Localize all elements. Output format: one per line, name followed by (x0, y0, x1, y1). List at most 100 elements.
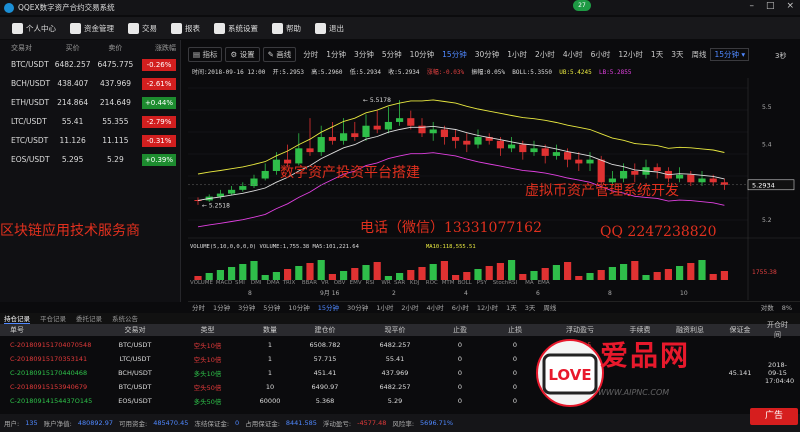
bottom-period-button[interactable]: 3天 (525, 302, 536, 312)
period-button[interactable]: 2小时 (531, 49, 559, 60)
bottom-period-button[interactable]: 分时 (192, 302, 205, 312)
chart-option[interactable]: 对数 (761, 304, 774, 312)
order-column-header: 数量 (263, 326, 277, 334)
menu-help[interactable]: 帮助 (272, 22, 301, 34)
candle-body (519, 144, 527, 153)
order-tab[interactable]: 委托记录 (76, 313, 102, 324)
market-row[interactable]: ETH/USDT 214.864 214.649 +0.44% (0, 93, 180, 112)
bottom-period-button[interactable]: 5分钟 (263, 302, 280, 312)
maximize-icon[interactable]: □ (766, 1, 775, 11)
volume-bar (373, 262, 381, 280)
bottom-period-button[interactable]: 周线 (543, 302, 556, 312)
bottom-period-button[interactable]: 12小时 (477, 302, 498, 312)
draw-line-button[interactable]: ✎ 画线 (262, 46, 297, 62)
indicator-tab[interactable]: MA (525, 280, 534, 286)
period-button[interactable]: 15分钟 (438, 49, 471, 60)
period-button[interactable]: 分时 (299, 49, 322, 60)
indicator-tab[interactable]: OBV (334, 280, 346, 286)
market-row[interactable]: BCH/USDT 438.407 437.969 -2.61% (0, 74, 180, 93)
user-id: 135 (25, 419, 38, 427)
order-cell-pair: EOS/USDT (118, 396, 152, 405)
indicator-tab[interactable]: EMV (350, 280, 362, 286)
bottom-period-button[interactable]: 1小时 (376, 302, 393, 312)
indicator-tab[interactable]: StochRSI (493, 280, 518, 286)
bottom-period-button[interactable]: 2小时 (401, 302, 418, 312)
indicator-tab[interactable]: RSI (366, 280, 375, 286)
period-button[interactable]: 6小时 (587, 49, 615, 60)
order-cell-pair: BCH/USDT (118, 368, 152, 377)
indicator-tab[interactable]: MACD (216, 280, 233, 286)
bottom-period-button[interactable]: 15分钟 (318, 302, 339, 312)
bottom-period-button[interactable]: 10分钟 (288, 302, 309, 312)
indicator-tab[interactable]: DMI (251, 280, 262, 286)
indicator-tab[interactable]: PSY (477, 280, 488, 286)
order-cell-id: C-2018091517040705​48 (10, 340, 92, 349)
indicator-tab[interactable]: BBAR (302, 280, 317, 286)
indicator-tab[interactable]: KDJ (410, 280, 420, 286)
period-button[interactable]: 3天 (667, 49, 687, 60)
minimize-icon[interactable]: – (749, 1, 754, 11)
order-cell-qty: 10 (265, 382, 275, 391)
period-select[interactable]: 15分钟 ▾ (710, 47, 750, 61)
period-button[interactable]: 1小时 (503, 49, 531, 60)
indicator-tab[interactable]: ROC (426, 280, 438, 286)
bottom-period-button[interactable]: 1天 (506, 302, 517, 312)
volume-bar (407, 270, 415, 280)
order-tabs: 持仓记录 平仓记录 委托记录 系统公告 (0, 313, 800, 324)
period-button[interactable]: 3分钟 (350, 49, 378, 60)
help-icon (272, 22, 283, 34)
chart-option[interactable]: 8% (782, 304, 792, 312)
price-tick-label: 5.4 (762, 142, 772, 149)
period-button[interactable]: 周线 (687, 49, 710, 60)
indicator-tab[interactable]: SAR (394, 280, 405, 286)
menu-reports[interactable]: 报表 (171, 22, 200, 34)
market-row[interactable]: ETC/USDT 11.126 11.115 -0.31% (0, 131, 180, 150)
indicator-tab[interactable]: EMA (538, 280, 550, 286)
period-button[interactable]: 10分钟 (406, 49, 439, 60)
indicator-tab[interactable]: TRIX (282, 280, 296, 286)
period-button[interactable]: 1天 (647, 49, 667, 60)
order-tab[interactable]: 持仓记录 (4, 313, 30, 324)
refresh-interval[interactable]: 3秒 (775, 51, 786, 61)
indicator-tab[interactable]: SMI (235, 280, 245, 286)
menu-trade[interactable]: 交易 (128, 22, 157, 34)
market-row[interactable]: LTC/USDT 55.41 55.355 -2.79% (0, 112, 180, 131)
market-row[interactable]: BTC/USDT 6482.257 6475.775 -0.26% (0, 55, 180, 74)
bottom-period-button[interactable]: 1分钟 (213, 302, 230, 312)
menu-system-settings[interactable]: 系统设置 (214, 22, 258, 34)
close-icon[interactable]: × (786, 1, 794, 11)
volume-bar (216, 270, 224, 280)
used-margin: 8441.585 (285, 419, 317, 427)
order-tab[interactable]: 平仓记录 (40, 313, 66, 324)
order-cell-id: C-20180915170440468 (10, 368, 88, 377)
bottom-period-button[interactable]: 4小时 (427, 302, 444, 312)
menu-exit[interactable]: 退出 (315, 22, 344, 34)
period-button[interactable]: 1分钟 (322, 49, 350, 60)
candle-body (272, 159, 280, 171)
bottom-period-button[interactable]: 30分钟 (347, 302, 368, 312)
indicator-button[interactable]: ▤ 指标 (188, 46, 223, 62)
kline-chart[interactable]: 5.55.45.35.25.2934← 5.5178← 5.2518VOLUME… (188, 78, 800, 300)
indicator-tab[interactable]: VR (321, 280, 329, 286)
market-list: 交易对 买价 卖价 涨跌幅 BTC/USDT 6482.257 6475.775… (0, 40, 181, 302)
bid-price: 55.41 (61, 117, 84, 126)
order-cell-qty: 1 (267, 368, 273, 377)
menu-personal-center[interactable]: 个人中心 (12, 22, 56, 34)
period-button[interactable]: 12小时 (614, 49, 647, 60)
period-button[interactable]: 30分钟 (471, 49, 504, 60)
settings-button[interactable]: ⚙ 设置 (225, 46, 260, 62)
market-row[interactable]: EOS/USDT 5.295 5.29 +0.39% (0, 150, 180, 169)
indicator-tab[interactable]: VOLUME (190, 280, 214, 286)
bottom-period-button[interactable]: 6小时 (452, 302, 469, 312)
order-tab[interactable]: 系统公告 (112, 313, 138, 324)
indicator-tab[interactable]: BOLL (458, 280, 473, 286)
order-column-header: 交易对 (124, 326, 146, 334)
period-button[interactable]: 4小时 (559, 49, 587, 60)
bid-price: 6482.257 (54, 60, 91, 69)
indicator-tab[interactable]: WR (381, 280, 390, 286)
bottom-period-button[interactable]: 3分钟 (238, 302, 255, 312)
indicator-tab[interactable]: DMA (267, 280, 280, 286)
indicator-tab[interactable]: MTM (442, 280, 455, 286)
menu-fund-management[interactable]: 资金管理 (70, 22, 114, 34)
period-button[interactable]: 5分钟 (378, 49, 406, 60)
